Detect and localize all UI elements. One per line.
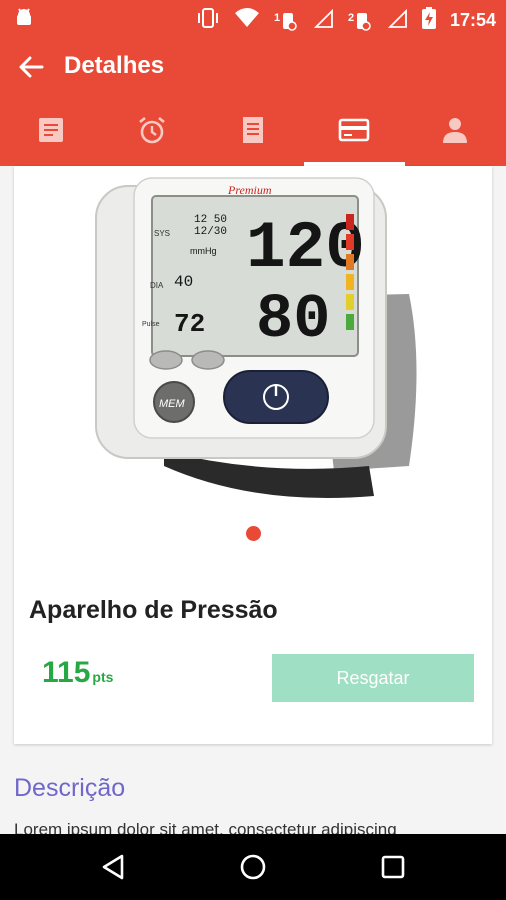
tab-document[interactable]	[0, 98, 101, 166]
tab-bar	[0, 98, 506, 166]
vibrate-icon	[196, 7, 220, 34]
product-image: Premium 120 80 12 50 12/30 mmHg 40 72 SY…	[14, 166, 492, 518]
page-title: Detalhes	[64, 52, 165, 79]
product-card: Premium 120 80 12 50 12/30 mmHg 40 72 SY…	[14, 166, 492, 744]
wifi-icon	[234, 7, 260, 34]
android-debug-icon	[14, 7, 34, 34]
arrow-back-icon[interactable]	[16, 52, 46, 82]
battery-charging-icon	[421, 7, 436, 34]
person-icon	[441, 116, 469, 149]
description-title: Descrição	[14, 774, 126, 802]
app-bar: Detalhes	[0, 36, 506, 98]
points-value: 115	[42, 656, 91, 689]
device-label-pulse: Pulse	[142, 321, 160, 328]
device-mem-label: MEM	[159, 398, 186, 410]
device-pulse-value: 72	[174, 309, 205, 339]
list-icon	[239, 115, 267, 150]
device-date-line1: 12 50	[194, 214, 227, 226]
clock: 17:54	[449, 10, 496, 30]
product-name: Aparelho de Pressão	[29, 596, 278, 624]
sim1-signal-icon: 1	[274, 10, 300, 32]
carousel-indicator-dot[interactable]	[246, 526, 261, 541]
device-mini-value: 40	[174, 273, 193, 291]
signal-empty-icon-2	[387, 7, 408, 34]
signal-empty-icon	[313, 7, 334, 34]
device-unit: mmHg	[190, 246, 217, 256]
recents-square-icon[interactable]	[378, 852, 408, 882]
home-circle-icon[interactable]	[238, 852, 268, 882]
navigation-bar	[0, 834, 506, 900]
device-dia-value: 80	[256, 284, 330, 355]
device-date-line2: 12/30	[194, 226, 227, 238]
status-bar: 1 2 17:54	[0, 0, 506, 36]
back-triangle-icon[interactable]	[98, 852, 128, 882]
tab-list[interactable]	[202, 98, 303, 166]
card-icon	[338, 117, 370, 148]
points-unit: pts	[92, 669, 114, 685]
sim2-signal-icon: 2	[348, 10, 374, 32]
tab-profile[interactable]	[405, 98, 506, 166]
redeem-button[interactable]: Resgatar	[272, 654, 474, 702]
device-label-sys: SYS	[154, 229, 170, 238]
device-label-dia: DIA	[150, 281, 164, 290]
product-points: 115 pts	[42, 656, 113, 690]
document-icon	[37, 116, 65, 149]
tab-alarm[interactable]	[101, 98, 202, 166]
tab-card[interactable]	[303, 98, 406, 166]
device-brand-text: Premium	[227, 183, 272, 197]
alarm-icon	[137, 115, 167, 150]
